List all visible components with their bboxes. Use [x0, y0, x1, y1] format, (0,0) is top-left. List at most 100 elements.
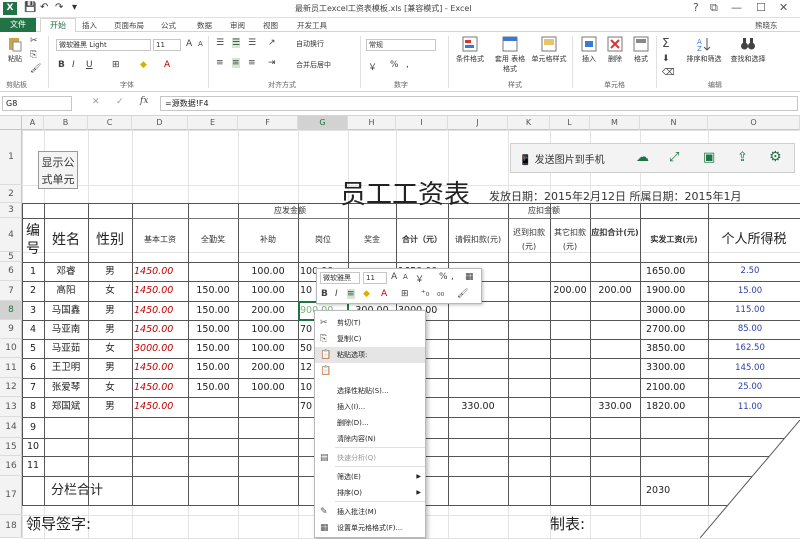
row-attendance[interactable]: 150.00: [190, 358, 236, 378]
row-deduct-total[interactable]: [592, 301, 638, 320]
row-gender[interactable]: 男: [88, 262, 132, 281]
row-leave[interactable]: [450, 339, 506, 358]
row-other[interactable]: [552, 339, 588, 358]
row-tax[interactable]: 15.00: [710, 281, 790, 301]
shrink-font-icon[interactable]: A: [403, 273, 408, 281]
row-late[interactable]: [510, 262, 548, 281]
header-tax[interactable]: 个人所得税: [708, 218, 800, 262]
bold-icon[interactable]: B: [321, 289, 328, 299]
row-late[interactable]: [510, 339, 548, 358]
row-name[interactable]: 马亚南: [44, 320, 88, 339]
row-name[interactable]: 高阳: [44, 281, 88, 301]
settings-gear-icon[interactable]: ⚙: [769, 149, 782, 165]
header-post[interactable]: 岗位: [298, 218, 348, 262]
row-base[interactable]: 1450.00: [134, 301, 188, 320]
row-actual[interactable]: 3300.00: [646, 358, 706, 378]
row-name[interactable]: 马亚茹: [44, 339, 88, 358]
row-subsidy[interactable]: 200.00: [240, 301, 296, 320]
row-actual[interactable]: 3850.00: [646, 339, 706, 358]
row-late[interactable]: [510, 281, 548, 301]
row-no[interactable]: 9: [22, 417, 44, 438]
row-deduct-total[interactable]: [592, 339, 638, 358]
fill-color-icon[interactable]: ◆: [363, 289, 370, 299]
row-no[interactable]: 10: [22, 438, 44, 456]
row-attendance[interactable]: 150.00: [190, 301, 236, 320]
comma-icon[interactable]: ,: [451, 272, 454, 282]
row-leave[interactable]: [450, 320, 506, 339]
row-actual[interactable]: 1900.00: [646, 281, 706, 301]
header-subsidy[interactable]: 补助: [238, 218, 298, 262]
share-icon[interactable]: ⇪: [737, 150, 748, 165]
mini-percent-button[interactable]: %: [439, 272, 448, 282]
row-deduct-total[interactable]: [592, 378, 638, 397]
row-actual[interactable]: 2700.00: [646, 320, 706, 339]
row-no[interactable]: 4: [22, 320, 44, 339]
context-menu-item[interactable]: ✎ 插入批注(M): [315, 504, 425, 520]
row-subsidy[interactable]: [240, 397, 296, 417]
header-bonus[interactable]: 奖金: [348, 218, 396, 262]
row-leave[interactable]: 330.00: [450, 397, 506, 417]
row-gender[interactable]: 男: [88, 301, 132, 320]
row-gender[interactable]: 男: [88, 320, 132, 339]
context-menu-item[interactable]: 删除(D)...: [315, 415, 425, 431]
row-base[interactable]: 3000.00: [134, 339, 188, 358]
row-other[interactable]: [552, 358, 588, 378]
row-actual[interactable]: 1820.00: [646, 397, 706, 417]
header-base-salary[interactable]: 基本工资: [132, 218, 188, 262]
context-menu-item[interactable]: 插入(I)...: [315, 399, 425, 415]
row-tax[interactable]: 11.00: [710, 397, 790, 417]
row-no[interactable]: 6: [22, 358, 44, 378]
row-actual[interactable]: 2100.00: [646, 378, 706, 397]
header-gender[interactable]: 性别: [88, 218, 132, 262]
format-table-icon[interactable]: ▦: [465, 272, 474, 282]
row-actual[interactable]: 3000.00: [646, 301, 706, 320]
row-name[interactable]: 邓睿: [44, 262, 88, 281]
row-subsidy[interactable]: 200.00: [240, 358, 296, 378]
context-menu-item[interactable]: ✂ 剪切(T): [315, 315, 425, 331]
header-attendance[interactable]: 全勤奖: [188, 218, 238, 262]
row-deduct-total[interactable]: [592, 320, 638, 339]
row-other[interactable]: [552, 397, 588, 417]
row-base[interactable]: 1450.00: [134, 378, 188, 397]
header-actual[interactable]: 实发工资(元): [640, 218, 708, 262]
row-actual[interactable]: 1650.00: [646, 262, 706, 281]
row-base[interactable]: 1450.00: [134, 281, 188, 301]
row-late[interactable]: [510, 358, 548, 378]
row-attendance[interactable]: 150.00: [190, 320, 236, 339]
row-leave[interactable]: [450, 358, 506, 378]
row-subsidy[interactable]: 100.00: [240, 262, 296, 281]
decrease-decimal-icon[interactable]: ₀₀: [437, 289, 444, 299]
row-no[interactable]: 5: [22, 339, 44, 358]
cloud-icon[interactable]: ☁: [636, 150, 649, 165]
row-other[interactable]: [552, 378, 588, 397]
row-gender[interactable]: 男: [88, 397, 132, 417]
show-formula-button[interactable]: 显示公式单元: [38, 151, 78, 189]
row-deduct-total[interactable]: 330.00: [592, 397, 638, 417]
center-icon[interactable]: ≡: [347, 289, 355, 299]
border-icon[interactable]: ⊞: [401, 289, 409, 299]
row-leave[interactable]: [450, 378, 506, 397]
context-menu-item[interactable]: ⎘ 复制(C): [315, 331, 425, 347]
row-deduct-total[interactable]: [592, 262, 638, 281]
row-gender[interactable]: 男: [88, 358, 132, 378]
row-subsidy[interactable]: 100.00: [240, 281, 296, 301]
row-name[interactable]: 王卫明: [44, 358, 88, 378]
row-other[interactable]: [552, 262, 588, 281]
header-other[interactable]: 其它扣款(元): [550, 218, 590, 262]
row-deduct-total[interactable]: [592, 358, 638, 378]
row-late[interactable]: [510, 301, 548, 320]
row-no[interactable]: 1: [22, 262, 44, 281]
subtotal-label[interactable]: 分栏合计: [22, 476, 132, 505]
save-icon[interactable]: ▣: [703, 150, 715, 165]
row-subsidy[interactable]: 100.00: [240, 320, 296, 339]
maker-label[interactable]: 制表:: [550, 510, 630, 538]
increase-decimal-icon[interactable]: ⁺₀: [421, 289, 429, 299]
context-menu-item[interactable]: 选择性粘贴(S)...: [315, 383, 425, 399]
context-menu-item[interactable]: 排序(O) ▶: [315, 485, 425, 501]
row-tax[interactable]: 85.00: [710, 320, 790, 339]
row-no[interactable]: 11: [22, 456, 44, 476]
header-deduct-total[interactable]: 应扣合计(元): [590, 218, 640, 262]
row-no[interactable]: 8: [22, 397, 44, 417]
row-late[interactable]: [510, 378, 548, 397]
row-gender[interactable]: 女: [88, 378, 132, 397]
